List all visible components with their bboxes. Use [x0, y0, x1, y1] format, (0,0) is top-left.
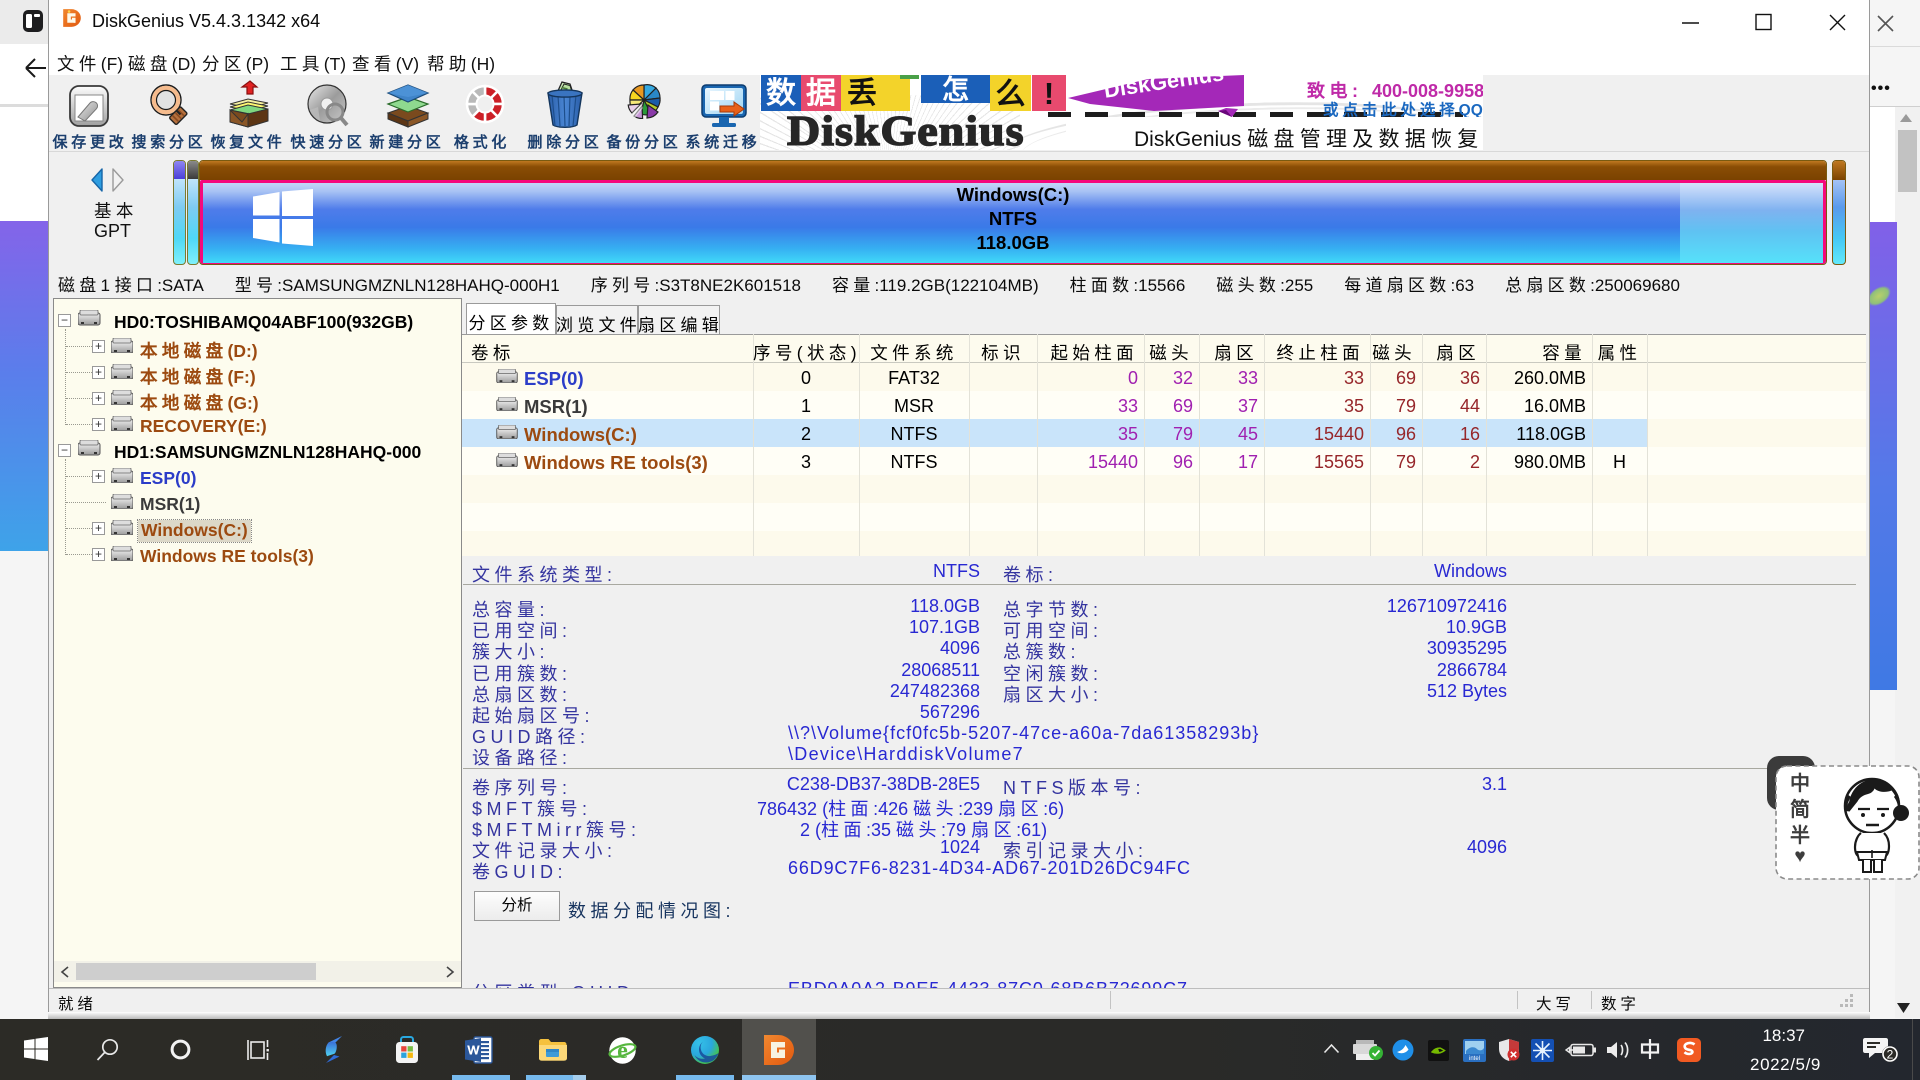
svg-text:2: 2 — [1887, 1048, 1894, 1062]
svg-text:e: e — [617, 1038, 628, 1064]
svg-text:intel: intel — [1469, 1056, 1480, 1062]
